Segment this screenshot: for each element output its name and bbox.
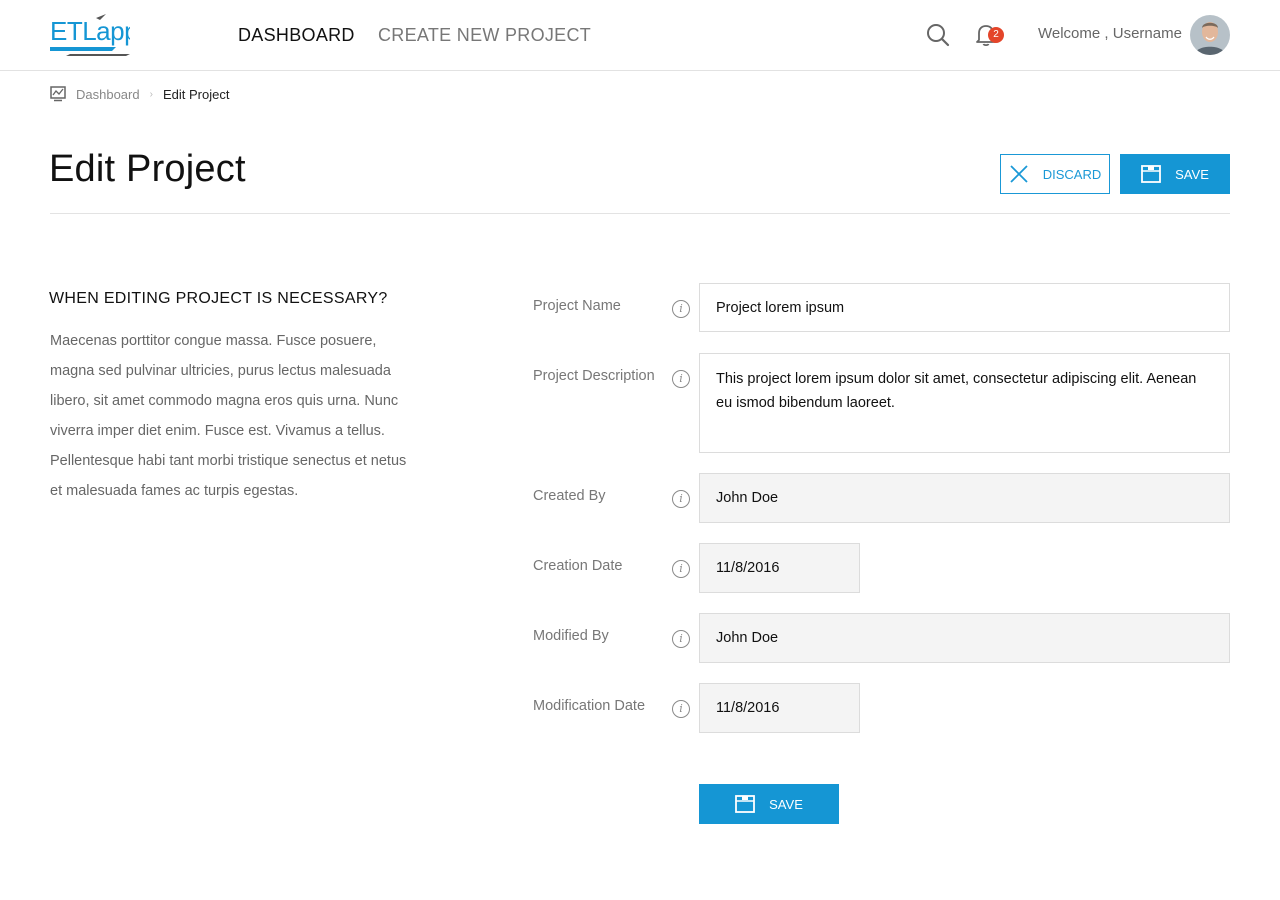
- modified-by-field: John Doe: [699, 613, 1230, 663]
- etlapp-logo[interactable]: ETLapp: [50, 14, 130, 56]
- welcome-text: Welcome , Username: [1038, 25, 1182, 42]
- svg-text:ETLapp: ETLapp: [50, 16, 130, 46]
- modification-date-label: Modification Date: [533, 698, 646, 714]
- info-heading: WHEN EDITING PROJECT IS NECESSARY?: [49, 290, 388, 307]
- creation-date-field: 11/8/2016: [699, 543, 860, 593]
- save-icon: [735, 795, 756, 813]
- info-body-text: Maecenas porttitor congue massa. Fusce p…: [50, 333, 407, 499]
- save-button-bottom[interactable]: SAVE: [699, 784, 839, 824]
- chevron-right-icon: ›: [149, 88, 153, 100]
- save-label: SAVE: [769, 796, 803, 812]
- info-icon[interactable]: i: [672, 630, 690, 648]
- breadcrumb-dashboard[interactable]: Dashboard: [76, 87, 140, 102]
- info-icon[interactable]: i: [672, 560, 690, 578]
- nav-dashboard[interactable]: DASHBOARD: [238, 25, 355, 46]
- dashboard-icon: [50, 86, 66, 102]
- page-title: Edit Project: [49, 148, 246, 190]
- nav-create-new-project[interactable]: CREATE NEW PROJECT: [378, 25, 591, 46]
- breadcrumb-edit-project: Edit Project: [162, 86, 230, 102]
- close-icon: [1009, 164, 1029, 184]
- created-by-label: Created By: [533, 488, 606, 504]
- user-avatar[interactable]: [1190, 15, 1230, 55]
- info-icon[interactable]: i: [672, 300, 690, 318]
- creation-date-label: Creation Date: [533, 558, 623, 574]
- save-label: SAVE: [1175, 166, 1209, 182]
- save-button[interactable]: SAVE: [1120, 154, 1230, 194]
- info-icon[interactable]: i: [672, 370, 690, 388]
- divider: [50, 213, 1230, 214]
- project-name-label: Project Name: [533, 298, 621, 314]
- project-description-label: Project Description: [533, 368, 655, 384]
- top-navigation-bar: ETLapp DASHBOARD CREATE NEW PROJECT 2 We…: [0, 0, 1280, 71]
- modification-date-field: 11/8/2016: [699, 683, 860, 733]
- project-name-input[interactable]: Project lorem ipsum: [699, 283, 1230, 332]
- project-description-textarea[interactable]: This project lorem ipsum dolor sit amet,…: [699, 353, 1230, 453]
- info-icon[interactable]: i: [672, 700, 690, 718]
- created-by-field: John Doe: [699, 473, 1230, 523]
- info-icon[interactable]: i: [672, 490, 690, 508]
- save-icon: [1141, 165, 1162, 183]
- discard-label: DISCARD: [1042, 166, 1102, 182]
- discard-button[interactable]: DISCARD: [1000, 154, 1110, 194]
- breadcrumb: Dashboard › Edit Project: [50, 85, 229, 103]
- search-icon[interactable]: [926, 23, 950, 47]
- notification-badge: 2: [988, 27, 1004, 43]
- modified-by-label: Modified By: [533, 628, 609, 644]
